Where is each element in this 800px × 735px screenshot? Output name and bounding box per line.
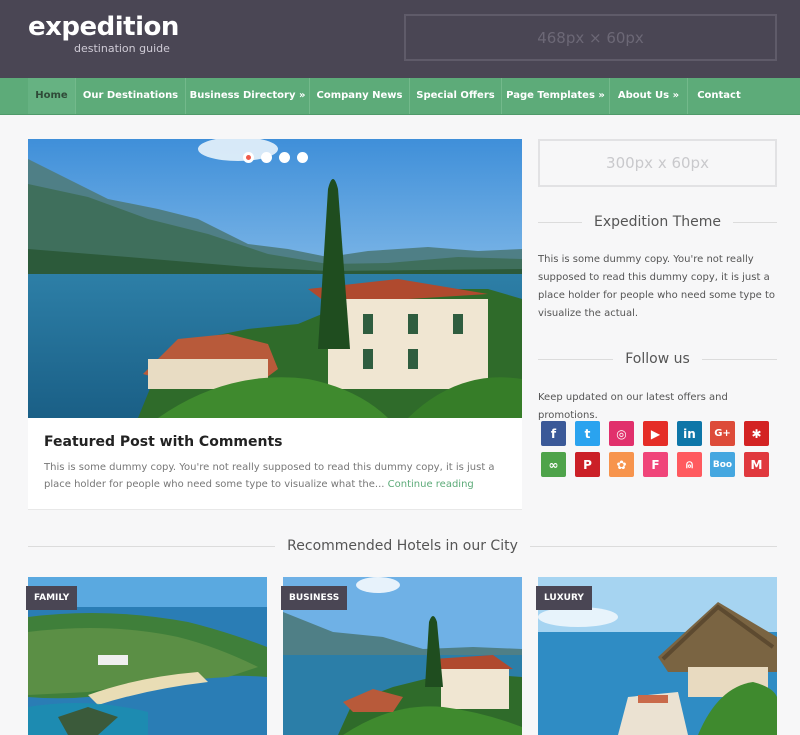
meetup-icon[interactable]: M	[744, 452, 769, 477]
divider	[28, 545, 276, 547]
nav-item-our-destinations[interactable]: Our Destinations	[76, 78, 186, 114]
widget-title-text: Expedition Theme	[594, 214, 721, 230]
nav-item-page-templates[interactable]: Page Templates »	[502, 78, 610, 114]
nav-item-about-us[interactable]: About Us »	[610, 78, 688, 114]
widget-title-text: Follow us	[625, 351, 690, 367]
blogger-icon[interactable]: Boo	[710, 452, 735, 477]
google-plus-icon[interactable]: G+	[710, 421, 735, 446]
main-nav: Home Our Destinations Business Directory…	[0, 78, 800, 115]
nav-item-special-offers[interactable]: Special Offers	[410, 78, 502, 114]
section-title-text: Recommended Hotels in our City	[287, 538, 518, 554]
divider	[701, 358, 777, 360]
foursquare-icon[interactable]: ✿	[609, 452, 634, 477]
sidebar-ad-placeholder[interactable]: 300px x 60px	[538, 139, 777, 187]
pinterest-icon[interactable]: P	[575, 452, 600, 477]
nav-item-contact[interactable]: Contact	[688, 78, 750, 114]
linkedin-icon[interactable]: in	[677, 421, 702, 446]
slider-dot-1[interactable]	[243, 152, 254, 163]
hotel-badge-business: BUSINESS	[281, 586, 348, 610]
widget-title-follow-us: Follow us	[538, 349, 777, 369]
slider-dot-3[interactable]	[279, 152, 290, 163]
divider	[732, 221, 777, 223]
slider-image	[28, 139, 522, 418]
divider	[538, 358, 614, 360]
section-title-recommended-hotels: Recommended Hotels in our City	[28, 536, 778, 556]
header-ad-placeholder[interactable]: 468px × 60px	[404, 14, 777, 61]
divider	[538, 221, 583, 223]
flickr-icon[interactable]: F	[643, 452, 668, 477]
airbnb-icon[interactable]: ⍝	[677, 452, 702, 477]
yelp-icon[interactable]: ✱	[744, 421, 769, 446]
hotel-badge-luxury: LUXURY	[536, 586, 592, 610]
featured-post-card: Featured Post with Comments This is some…	[28, 418, 522, 510]
featured-slider[interactable]	[28, 139, 522, 418]
youtube-icon[interactable]: ▶	[643, 421, 668, 446]
divider	[529, 545, 778, 547]
twitter-icon[interactable]: t	[575, 421, 600, 446]
hotel-badge-family: FAMILY	[26, 586, 78, 610]
instagram-icon[interactable]: ◎	[609, 421, 634, 446]
slider-dot-4[interactable]	[297, 152, 308, 163]
site-tagline: destination guide	[74, 42, 170, 55]
featured-post-title[interactable]: Featured Post with Comments	[44, 434, 283, 450]
site-header: expedition destination guide 468px × 60p…	[0, 0, 800, 78]
widget-title-expedition-theme: Expedition Theme	[538, 212, 777, 232]
slider-dots	[243, 152, 308, 163]
site-logo[interactable]: expedition	[28, 12, 179, 42]
nav-item-company-news[interactable]: Company News	[310, 78, 410, 114]
tripadvisor-icon[interactable]: ∞	[541, 452, 566, 477]
featured-post-excerpt: This is some dummy copy. You're not real…	[44, 459, 514, 493]
facebook-icon[interactable]: f	[541, 421, 566, 446]
theme-widget-text: This is some dummy copy. You're not real…	[538, 254, 776, 319]
follow-widget-text: Keep updated on our latest offers and pr…	[538, 392, 728, 421]
continue-reading-link[interactable]: Continue reading	[388, 479, 474, 490]
nav-item-home[interactable]: Home	[28, 78, 76, 114]
slider-dot-2[interactable]	[261, 152, 272, 163]
nav-item-business-directory[interactable]: Business Directory »	[186, 78, 310, 114]
